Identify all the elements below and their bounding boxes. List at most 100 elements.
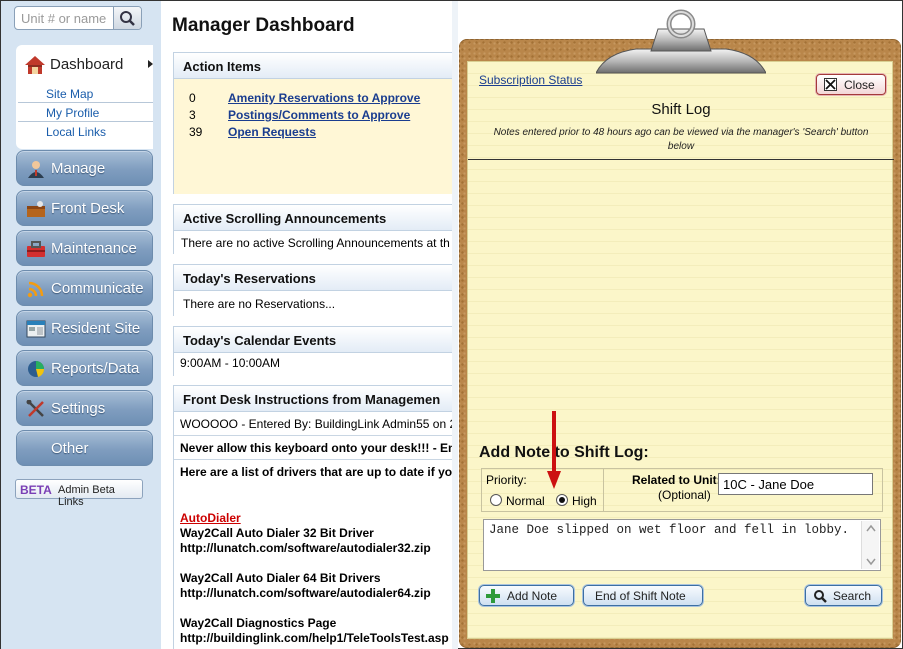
manager-icon [28,161,44,178]
unit-search-input[interactable] [15,7,114,29]
instruction-line: Here are a list of drivers that are up t… [180,465,456,479]
action-link-open-requests[interactable]: Open Requests [228,125,316,139]
nav-other[interactable]: Other [16,430,153,466]
divider [174,435,456,436]
beta-label: Admin Beta Links [58,484,115,508]
reservations-text: There are no Reservations... [183,297,336,311]
priority-normal-radio[interactable] [490,494,502,506]
close-icon [824,78,837,91]
nav-resident-site[interactable]: Resident Site [16,310,153,346]
nav-settings-label: Settings [51,400,106,417]
add-note-label: Add Note [507,589,558,603]
main-scrollbar[interactable] [452,1,458,649]
section-header: Front Desk Instructions from Managemen [174,385,456,412]
action-link-postings-comments[interactable]: Postings/Comments to Approve [228,108,410,122]
optional-label: (Optional) [658,488,711,502]
nav-reports-data[interactable]: Reports/Data [16,350,153,386]
priority-label: Priority: [486,473,527,487]
front-desk-instructions-section: Front Desk Instructions from Managemen W… [173,385,456,649]
search-shift-log-button[interactable]: Search [805,585,882,606]
nav-resident-site-label: Resident Site [51,320,141,337]
nav-settings[interactable]: Settings [16,390,153,426]
magnifier-icon [814,590,827,603]
section-title: Active Scrolling Announcements [183,211,387,226]
nav-communicate[interactable]: Communicate [16,270,153,306]
nav-maintenance-label: Maintenance [51,240,137,257]
calendar-section: Today's Calendar Events 9:00AM - 10:00AM [173,326,456,376]
driver-title: Way2Call Auto Dialer 64 Bit Drivers [180,571,381,585]
driver-title: Way2Call Auto Dialer 32 Bit Driver [180,526,374,540]
add-note-title: Add Note to Shift Log: [479,444,649,461]
clipboard-clip [596,9,766,74]
shift-log-clipboard: Subscription Status Close Shift Log Note… [459,39,901,648]
nav-manage[interactable]: Manage [16,150,153,186]
divider [18,121,153,122]
chevron-right-icon [148,60,153,68]
action-items-section: Action Items 0 Amenity Reservations to A… [173,52,456,194]
nav-manage-label: Manage [51,160,106,177]
beta-badge: BETA [20,483,52,497]
instruction-line: Never allow this keyboard onto your desk… [180,441,456,455]
note-options-box: Priority: Normal High Related to Unit: (… [481,468,883,512]
section-title: Today's Reservations [183,271,316,286]
shift-log-note: Notes entered prior to 48 hours ago can … [493,127,869,152]
shift-log-title: Shift Log [651,101,711,118]
section-body: 0 Amenity Reservations to Approve 3 Post… [174,79,456,194]
section-title: Action Items [183,59,262,74]
nav-front-desk-label: Front Desk [51,200,125,217]
driver-url: http://lunatch.com/software/autodialer32… [180,541,431,555]
toolbox-icon [27,241,45,257]
section-title: Today's Calendar Events [183,333,337,348]
front-desk-icon [27,201,45,217]
sublink-site-map[interactable]: Site Map [46,87,93,101]
driver-title: Way2Call Diagnostics Page [180,616,337,630]
divider [468,159,894,160]
sidebar: Dashboard Site Map My Profile Local Link… [1,1,161,649]
red-arrow-annotation [547,411,561,489]
divider [174,459,456,460]
nav-front-desk[interactable]: Front Desk [16,190,153,226]
section-title: Front Desk Instructions from Managemen [183,392,441,407]
search-label: Search [833,589,872,603]
sublink-my-profile[interactable]: My Profile [46,106,99,120]
subscription-status-link[interactable]: Subscription Status [479,73,582,87]
pie-chart-icon [28,361,45,377]
divider [18,102,153,103]
action-count: 3 [189,108,196,122]
section-header: Action Items [174,52,456,79]
search-icon [120,11,135,26]
tools-icon [26,400,44,417]
driver-url: http://lunatch.com/software/autodialer64… [180,586,431,600]
search-button[interactable] [113,7,141,29]
admin-beta-links-button[interactable]: BETA Admin Beta Links [15,479,143,508]
shift-log-paper: Subscription Status Close Shift Log Note… [467,61,894,639]
related-unit-input[interactable] [718,473,873,495]
nav-dashboard[interactable]: Dashboard [16,51,153,79]
dashboard-panel: Dashboard Site Map My Profile Local Link… [16,45,153,149]
priority-high-radio[interactable] [556,494,568,506]
related-unit-label: Related to Unit: [632,473,721,487]
divider [603,469,604,512]
close-button[interactable]: Close [816,74,886,95]
priority-high-label: High [572,494,597,508]
action-count: 0 [189,91,196,105]
announcements-text: There are no active Scrolling Announceme… [181,236,450,250]
textarea-scrollbar[interactable] [861,521,879,569]
sublink-local-links[interactable]: Local Links [46,125,106,139]
autodialer-link[interactable]: AutoDialer [180,511,241,525]
calendar-event: 9:00AM - 10:00AM [180,356,281,370]
action-link-amenity-reservations[interactable]: Amenity Reservations to Approve [228,91,420,105]
action-count: 39 [189,125,203,139]
wifi-icon [27,281,44,298]
close-label: Close [844,78,875,92]
add-note-button[interactable]: Add Note [479,585,574,606]
nav-dashboard-label: Dashboard [50,56,124,73]
announcements-section: Active Scrolling Announcements There are… [173,204,456,254]
nav-maintenance[interactable]: Maintenance [16,230,153,266]
home-icon [25,56,45,74]
note-textarea[interactable]: Jane Doe slipped on wet floor and fell i… [483,519,881,571]
section-header: Active Scrolling Announcements [174,204,456,231]
end-of-shift-note-button[interactable]: End of Shift Note [583,585,703,606]
page-title: Manager Dashboard [172,15,355,36]
section-header: Today's Reservations [174,264,456,291]
